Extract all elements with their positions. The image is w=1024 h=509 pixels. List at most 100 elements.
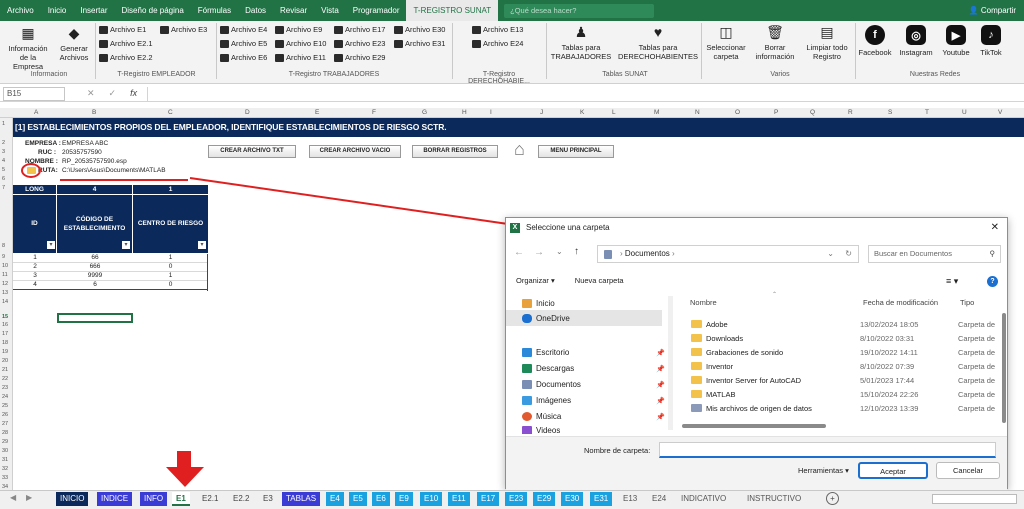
pin-icon[interactable]: 📌 bbox=[656, 413, 665, 421]
tab-e1[interactable]: E1 bbox=[172, 492, 190, 506]
col-date-header[interactable]: Fecha de modificación bbox=[863, 298, 938, 307]
tab-e4[interactable]: E4 bbox=[326, 492, 344, 506]
cancel-button[interactable]: Cancelar bbox=[936, 462, 1000, 479]
tools-label: Herramientas bbox=[798, 466, 844, 475]
table-cell[interactable]: 9999 bbox=[57, 272, 133, 281]
pin-icon[interactable]: 📌 bbox=[656, 349, 665, 357]
file-row[interactable]: Mis archivos de origen de datos 12/10/202… bbox=[691, 401, 1009, 415]
search-icon: ⚲ bbox=[989, 249, 996, 258]
tab-e13[interactable]: E13 bbox=[619, 492, 641, 506]
filter-dropdown-icon[interactable]: ▾ bbox=[47, 241, 55, 249]
pin-icon[interactable]: 📌 bbox=[656, 381, 665, 389]
filter-dropdown-icon[interactable]: ▾ bbox=[198, 241, 206, 249]
sidebar-item-documentos[interactable]: Documentos bbox=[522, 380, 581, 389]
cloud-icon bbox=[522, 314, 532, 323]
tab-e29[interactable]: E29 bbox=[533, 492, 556, 506]
table-cell[interactable]: 0 bbox=[133, 263, 208, 272]
prev-sheet-icon[interactable]: ◀ bbox=[10, 493, 16, 502]
history-chevron-icon[interactable]: ⌄ bbox=[556, 247, 563, 256]
col-type-header[interactable]: Tipo bbox=[960, 298, 974, 307]
table-cell[interactable]: 2 bbox=[13, 263, 57, 272]
vertical-scrollbar[interactable] bbox=[1002, 313, 1006, 423]
sidebar-item-inicio[interactable]: Inicio bbox=[522, 299, 555, 308]
sidebar-label: Inicio bbox=[536, 299, 555, 308]
table-cell[interactable]: 1 bbox=[133, 272, 208, 281]
col-name-header[interactable]: Nombre bbox=[690, 298, 717, 307]
tab-e10[interactable]: E10 bbox=[420, 492, 443, 506]
tab-indicativo[interactable]: INDICATIVO bbox=[677, 492, 730, 506]
search-input[interactable]: Buscar en Documentos ⚲ bbox=[868, 245, 1001, 263]
tab-tablas[interactable]: TABLAS bbox=[282, 492, 321, 506]
folder-icon bbox=[691, 320, 702, 328]
tab-e3[interactable]: E3 bbox=[259, 492, 277, 506]
tab-e2-1[interactable]: E2.1 bbox=[198, 492, 222, 506]
selected-cell[interactable] bbox=[57, 313, 133, 323]
sidebar-item-imagenes[interactable]: Imágenes bbox=[522, 396, 571, 405]
table-cell[interactable]: 66 bbox=[57, 254, 133, 263]
next-sheet-icon[interactable]: ▶ bbox=[26, 493, 32, 502]
organize-menu[interactable]: Organizar ▾ bbox=[516, 276, 555, 285]
file-row[interactable]: MATLAB 15/10/2024 22:26 Carpeta de bbox=[691, 387, 1009, 401]
tab-e23[interactable]: E23 bbox=[505, 492, 528, 506]
tab-e2-2[interactable]: E2.2 bbox=[229, 492, 253, 506]
sidebar-item-escritorio[interactable]: Escritorio bbox=[522, 348, 569, 357]
tab-e17[interactable]: E17 bbox=[477, 492, 500, 506]
filter-dropdown-icon[interactable]: ▾ bbox=[122, 241, 130, 249]
tab-e31[interactable]: E31 bbox=[590, 492, 613, 506]
tab-e24[interactable]: E24 bbox=[648, 492, 670, 506]
new-folder-button[interactable]: Nueva carpeta bbox=[575, 276, 624, 285]
tab-e5[interactable]: E5 bbox=[349, 492, 367, 506]
file-date: 12/10/2023 13:39 bbox=[860, 403, 919, 413]
tab-indice[interactable]: INDICE bbox=[97, 492, 133, 506]
documents-icon bbox=[604, 250, 612, 259]
tab-e6[interactable]: E6 bbox=[372, 492, 390, 506]
file-date: 5/01/2023 17:44 bbox=[860, 375, 915, 385]
folder-name-input[interactable] bbox=[659, 442, 996, 458]
path-dropdown-icon[interactable]: ⌄ bbox=[827, 246, 834, 262]
sidebar-item-onedrive[interactable]: OneDrive bbox=[522, 314, 570, 323]
file-date: 8/10/2022 03:31 bbox=[860, 333, 915, 343]
dialog-footer: Nombre de carpeta: Herramientas ▾ Acepta… bbox=[506, 436, 1007, 490]
accept-button[interactable]: Aceptar bbox=[858, 462, 928, 479]
file-row[interactable]: Inventor 8/10/2022 07:39 Carpeta de bbox=[691, 359, 1009, 373]
table-cell[interactable]: 3 bbox=[13, 272, 57, 281]
tab-info[interactable]: INFO bbox=[140, 492, 168, 506]
close-icon[interactable]: ✕ bbox=[991, 218, 999, 238]
add-sheet-icon[interactable]: + bbox=[826, 492, 839, 505]
sidebar-item-videos[interactable]: Videos bbox=[522, 426, 560, 434]
file-row[interactable]: Adobe 13/02/2024 18:05 Carpeta de bbox=[691, 317, 1009, 331]
path-bar[interactable]: › Documentos › ⌄ ↻ bbox=[597, 245, 859, 263]
table-cell[interactable]: 666 bbox=[57, 263, 133, 272]
table-cell[interactable]: 1 bbox=[133, 254, 208, 263]
pin-icon[interactable]: 📌 bbox=[656, 397, 665, 405]
tab-inicio[interactable]: INICIO bbox=[56, 492, 89, 506]
horizontal-sheet-scrollbar[interactable] bbox=[932, 494, 1017, 504]
up-icon[interactable]: ↑ bbox=[574, 246, 579, 257]
table-cell[interactable]: 6 bbox=[57, 281, 133, 290]
file-row[interactable]: Downloads 8/10/2022 03:31 Carpeta de bbox=[691, 331, 1009, 345]
view-options-icon[interactable]: ≡ ▾ bbox=[946, 276, 958, 287]
table-cell[interactable]: 4 bbox=[13, 281, 57, 290]
file-name: Downloads bbox=[706, 333, 744, 343]
file-row[interactable]: Grabaciones de sonido 19/10/2022 14:11 Car… bbox=[691, 345, 1009, 359]
dialog-title-bar: X Seleccione una carpeta ✕ bbox=[506, 218, 1007, 238]
file-row[interactable]: Inventor Server for AutoCAD 5/01/2023 17:… bbox=[691, 373, 1009, 387]
pin-icon[interactable]: 📌 bbox=[656, 365, 665, 373]
home-icon bbox=[522, 299, 532, 308]
folder-icon bbox=[691, 334, 702, 342]
horizontal-scrollbar[interactable] bbox=[682, 424, 826, 428]
sidebar-item-musica[interactable]: Música bbox=[522, 412, 561, 421]
back-icon[interactable]: ← bbox=[514, 247, 524, 258]
tab-e9[interactable]: E9 bbox=[395, 492, 413, 506]
tab-e30[interactable]: E30 bbox=[561, 492, 584, 506]
forward-icon[interactable]: → bbox=[534, 247, 544, 258]
help-icon[interactable]: ? bbox=[987, 276, 998, 287]
tab-e11[interactable]: E11 bbox=[448, 492, 470, 506]
table-cell[interactable]: 0 bbox=[133, 281, 208, 290]
table-cell[interactable]: 1 bbox=[13, 254, 57, 263]
refresh-icon[interactable]: ↻ bbox=[845, 246, 852, 262]
tab-instructivo[interactable]: INSTRUCTIVO bbox=[743, 492, 805, 506]
sidebar-scrollbar[interactable] bbox=[668, 296, 673, 430]
tools-menu[interactable]: Herramientas ▾ bbox=[798, 466, 849, 475]
sidebar-item-descargas[interactable]: Descargas bbox=[522, 364, 574, 373]
